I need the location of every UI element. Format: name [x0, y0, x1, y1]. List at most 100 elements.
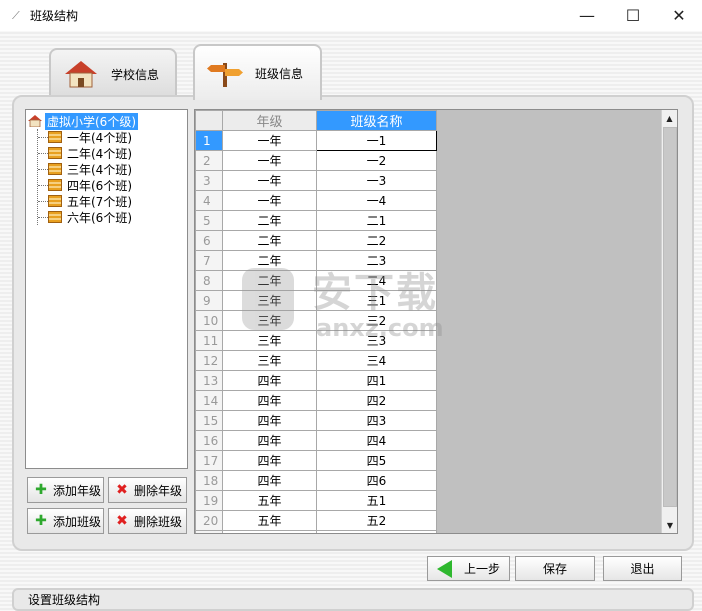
class-name-cell[interactable]: 四4	[316, 430, 437, 451]
grade-cell[interactable]: 四年	[222, 450, 317, 471]
grade-cell[interactable]: 四年	[222, 370, 317, 391]
row-number[interactable]: 7	[195, 250, 223, 271]
row-number[interactable]: 19	[195, 490, 223, 511]
scroll-down-icon[interactable]: ▼	[662, 517, 678, 533]
save-button[interactable]: 保存	[515, 556, 595, 581]
class-name-cell[interactable]: 一1	[316, 130, 437, 151]
row-number[interactable]: 6	[195, 230, 223, 251]
tree-item-grade-3[interactable]: 三年(4个班)	[38, 161, 187, 177]
grade-cell[interactable]: 一年	[222, 190, 317, 211]
row-number[interactable]: 12	[195, 350, 223, 371]
vertical-scrollbar[interactable]: ▲ ▼	[661, 110, 677, 533]
table-row[interactable]: 4 一年 一4	[195, 190, 437, 211]
column-header-class-name[interactable]: 班级名称	[316, 110, 437, 131]
grade-tree[interactable]: 虚拟小学(6个级) 一年(4个班) 二年(4个班) 三年(4个班) 四年(6个班…	[25, 109, 188, 469]
school-icon	[28, 115, 42, 127]
corner-cell	[195, 110, 223, 131]
table-row[interactable]: 16 四年 四4	[195, 430, 437, 451]
table-row[interactable]: 20 五年 五2	[195, 510, 437, 531]
delete-class-button[interactable]: ✖ 删除班级	[108, 508, 187, 534]
row-number[interactable]: 13	[195, 370, 223, 391]
row-number[interactable]: 14	[195, 390, 223, 411]
back-button[interactable]: 上一步	[427, 556, 510, 581]
grade-cell[interactable]: 四年	[222, 430, 317, 451]
table-row[interactable]: 1 一年 一1	[195, 130, 437, 151]
class-name-cell[interactable]: 五1	[316, 490, 437, 511]
exit-button[interactable]: 退出	[603, 556, 682, 581]
class-name-cell[interactable]: 五3	[316, 530, 437, 533]
class-name-cell[interactable]: 一4	[316, 190, 437, 211]
grade-cell[interactable]: 一年	[222, 150, 317, 171]
class-name-cell[interactable]: 三4	[316, 350, 437, 371]
table-row[interactable]: 12 三年 三4	[195, 350, 437, 371]
row-number[interactable]: 3	[195, 170, 223, 191]
table-row[interactable]: 5 二年 二1	[195, 210, 437, 231]
grade-cell[interactable]: 五年	[222, 530, 317, 533]
row-number[interactable]: 9	[195, 290, 223, 311]
tree-item-grade-2[interactable]: 二年(4个班)	[38, 145, 187, 161]
table-row[interactable]: 18 四年 四6	[195, 470, 437, 491]
class-name-cell[interactable]: 五2	[316, 510, 437, 531]
grade-cell[interactable]: 四年	[222, 470, 317, 491]
row-number[interactable]: 4	[195, 190, 223, 211]
grade-cell[interactable]: 二年	[222, 210, 317, 231]
table-row[interactable]: 3 一年 一3	[195, 170, 437, 191]
class-name-cell[interactable]: 四3	[316, 410, 437, 431]
delete-grade-label: 删除年级	[134, 483, 183, 498]
grade-cell[interactable]: 一年	[222, 170, 317, 191]
row-number[interactable]: 8	[195, 270, 223, 291]
row-number[interactable]: 15	[195, 410, 223, 431]
table-row[interactable]: 17 四年 四5	[195, 450, 437, 471]
tree-root[interactable]: 虚拟小学(6个级)	[28, 112, 187, 130]
add-grade-button[interactable]: ✚ 添加年级	[27, 477, 104, 503]
grade-cell[interactable]: 四年	[222, 410, 317, 431]
tree-item-grade-6[interactable]: 六年(6个班)	[38, 209, 187, 225]
grade-cell[interactable]: 三年	[222, 350, 317, 371]
class-name-cell[interactable]: 四6	[316, 470, 437, 491]
class-name-cell[interactable]: 一2	[316, 150, 437, 171]
row-number[interactable]: 1	[195, 130, 223, 151]
scroll-thumb[interactable]	[663, 127, 677, 507]
row-number[interactable]: 20	[195, 510, 223, 531]
class-name-cell[interactable]: 二2	[316, 230, 437, 251]
row-number[interactable]: 5	[195, 210, 223, 231]
scroll-up-icon[interactable]: ▲	[662, 110, 677, 126]
tab-class-info-label: 班级信息	[255, 66, 304, 81]
table-row[interactable]: 14 四年 四2	[195, 390, 437, 411]
row-number[interactable]: 17	[195, 450, 223, 471]
tree-item-label: 六年(6个班)	[67, 210, 132, 225]
tree-item-grade-5[interactable]: 五年(7个班)	[38, 193, 187, 209]
tab-class-info[interactable]: 班级信息	[193, 44, 322, 100]
grade-cell[interactable]: 五年	[222, 490, 317, 511]
class-name-cell[interactable]: 一3	[316, 170, 437, 191]
grade-cell[interactable]: 二年	[222, 230, 317, 251]
class-name-cell[interactable]: 四5	[316, 450, 437, 471]
row-number[interactable]: 11	[195, 330, 223, 351]
class-name-cell[interactable]: 四1	[316, 370, 437, 391]
table-row[interactable]: 五年五3	[195, 530, 437, 533]
row-number[interactable]: 2	[195, 150, 223, 171]
row-number[interactable]	[195, 530, 223, 533]
minimize-button[interactable]: —	[564, 0, 610, 31]
row-number[interactable]: 10	[195, 310, 223, 331]
table-row[interactable]: 6 二年 二2	[195, 230, 437, 251]
table-row[interactable]: 2 一年 一2	[195, 150, 437, 171]
delete-grade-button[interactable]: ✖ 删除年级	[108, 477, 187, 503]
maximize-button[interactable]: ☐	[610, 0, 656, 31]
class-name-cell[interactable]: 二1	[316, 210, 437, 231]
table-row[interactable]: 15 四年 四3	[195, 410, 437, 431]
column-header-grade[interactable]: 年级	[222, 110, 317, 131]
class-name-cell[interactable]: 四2	[316, 390, 437, 411]
tab-school-info[interactable]: 学校信息	[49, 48, 177, 98]
add-class-button[interactable]: ✚ 添加班级	[27, 508, 104, 534]
close-button[interactable]: ✕	[656, 0, 702, 31]
tree-item-grade-4[interactable]: 四年(6个班)	[38, 177, 187, 193]
grade-cell[interactable]: 五年	[222, 510, 317, 531]
table-row[interactable]: 13 四年 四1	[195, 370, 437, 391]
tree-item-grade-1[interactable]: 一年(4个班)	[38, 129, 187, 145]
row-number[interactable]: 18	[195, 470, 223, 491]
row-number[interactable]: 16	[195, 430, 223, 451]
grade-cell[interactable]: 一年	[222, 130, 317, 151]
grade-cell[interactable]: 四年	[222, 390, 317, 411]
table-row[interactable]: 19 五年 五1	[195, 490, 437, 511]
